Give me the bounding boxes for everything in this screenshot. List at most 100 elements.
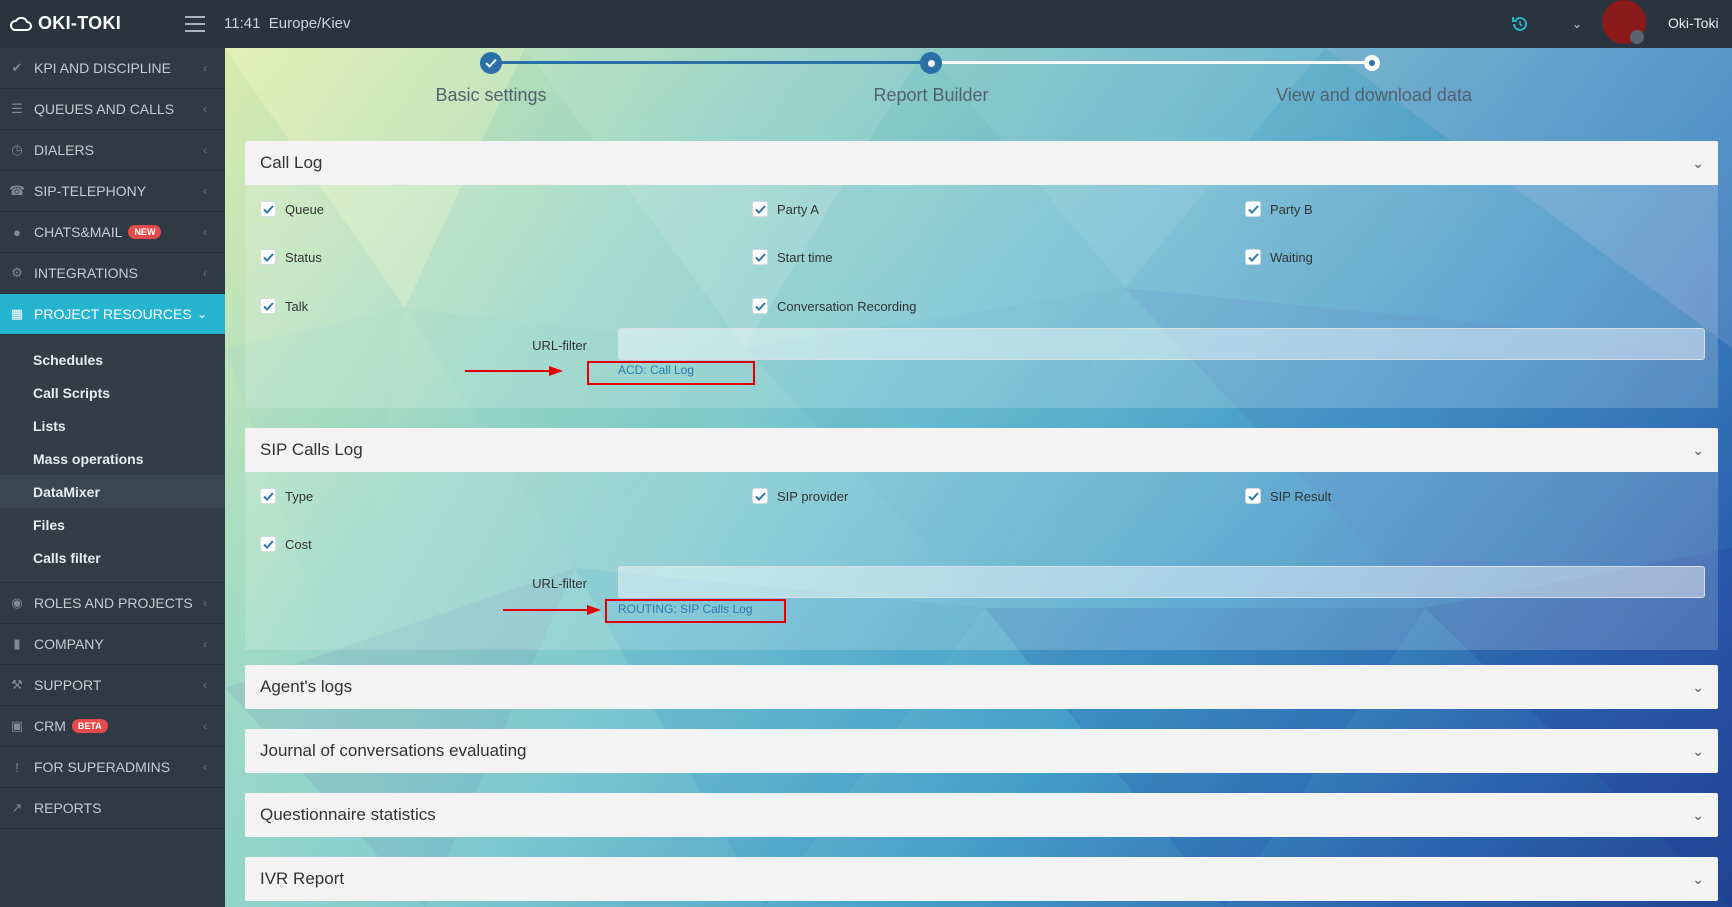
checkbox-checked-icon[interactable]: [260, 536, 276, 552]
phone-icon: ☎: [8, 183, 26, 198]
new-badge: NEW: [128, 225, 162, 239]
url-filter-input[interactable]: [618, 328, 1705, 360]
sidebar-item-reports[interactable]: ↗ REPORTS: [0, 788, 225, 829]
sidebar-item-support[interactable]: ⚒ SUPPORT ‹: [0, 665, 225, 706]
step-1-label[interactable]: Basic settings: [435, 85, 546, 106]
step-1-check-icon[interactable]: [480, 52, 502, 74]
chevron-down-icon: ⌄: [196, 307, 207, 321]
panel-title: SIP Calls Log: [260, 440, 363, 459]
checkbox-checked-icon[interactable]: [752, 488, 768, 504]
checkbox-checked-icon[interactable]: [1245, 249, 1261, 265]
questionnaire-header[interactable]: Questionnaire statistics ⌄: [245, 793, 1718, 837]
bar-chart-icon: ▮: [13, 636, 21, 651]
checkbox-checked-icon[interactable]: [260, 201, 276, 217]
menu-toggle-icon[interactable]: [185, 16, 205, 32]
checkbox-checked-icon[interactable]: [260, 488, 276, 504]
chevron-left-icon: ‹: [203, 61, 207, 75]
check-conversation-recording[interactable]: Conversation Recording: [752, 298, 916, 314]
step-3-pending-dot[interactable]: [1364, 55, 1380, 71]
submenu-item-files[interactable]: Files: [0, 508, 225, 541]
sidebar-item-company[interactable]: ▮ COMPANY ‹: [0, 624, 225, 665]
check-queue[interactable]: Queue: [260, 201, 324, 217]
check-label: SIP Result: [1270, 488, 1332, 504]
sidebar-item-queues[interactable]: ☰ QUEUES AND CALLS ‹: [0, 89, 225, 130]
sidebar-item-kpi[interactable]: ✔ KPI AND DISCIPLINE ‹: [0, 48, 225, 89]
sidebar-item-label: QUEUES AND CALLS: [34, 101, 175, 117]
check-cost[interactable]: Cost: [260, 536, 312, 552]
submenu-item-calls-filter[interactable]: Calls filter: [0, 541, 225, 574]
check-sip-provider[interactable]: SIP provider: [752, 488, 848, 504]
sidebar-item-label: DIALERS: [34, 142, 94, 158]
checkbox-checked-icon[interactable]: [752, 298, 768, 314]
user-name[interactable]: Oki-Toki: [1668, 15, 1719, 31]
sidebar-item-label: SUPPORT: [34, 677, 102, 693]
chevron-left-icon: ‹: [203, 266, 207, 280]
chevron-left-icon: ‹: [203, 184, 207, 198]
panel-title: Journal of conversations evaluating: [260, 741, 527, 760]
submenu-item-call-scripts[interactable]: Call Scripts: [0, 376, 225, 409]
submenu-item-schedules[interactable]: Schedules: [0, 343, 225, 376]
check-party-b[interactable]: Party B: [1245, 201, 1313, 217]
gears-icon: ⚙: [11, 265, 23, 280]
chevron-left-icon: ‹: [203, 143, 207, 157]
sidebar: ✔ KPI AND DISCIPLINE ‹ ☰ QUEUES AND CALL…: [0, 48, 225, 907]
sidebar-item-project-resources[interactable]: ▦ PROJECT RESOURCES ⌄: [0, 294, 225, 335]
chevron-down-icon: ⌄: [1692, 871, 1704, 887]
journal-panel: Journal of conversations evaluating ⌄: [245, 729, 1718, 773]
chevron-left-icon: ‹: [203, 719, 207, 733]
checkbox-checked-icon[interactable]: [752, 201, 768, 217]
grid-icon: ▦: [10, 306, 24, 321]
history-icon[interactable]: [1510, 14, 1530, 34]
check-talk[interactable]: Talk: [260, 298, 308, 314]
check-party-a[interactable]: Party A: [752, 201, 819, 217]
sidebar-item-sip-telephony[interactable]: ☎ SIP-TELEPHONY ‹: [0, 171, 225, 212]
app-logo[interactable]: OKI-TOKI: [10, 13, 121, 34]
checkbox-checked-icon[interactable]: [260, 249, 276, 265]
panel-title: Call Log: [260, 153, 323, 172]
checkbox-checked-icon[interactable]: [1245, 488, 1261, 504]
check-type[interactable]: Type: [260, 488, 313, 504]
checkbox-checked-icon[interactable]: [752, 249, 768, 265]
submenu-item-mass-operations[interactable]: Mass operations: [0, 442, 225, 475]
journal-header[interactable]: Journal of conversations evaluating ⌄: [245, 729, 1718, 773]
chevron-left-icon: ‹: [203, 678, 207, 692]
wrench-icon: ⚒: [11, 677, 23, 692]
agents-logs-header[interactable]: Agent's logs ⌄: [245, 665, 1718, 709]
check-waiting[interactable]: Waiting: [1245, 249, 1313, 265]
checkbox-checked-icon[interactable]: [260, 298, 276, 314]
url-filter-input[interactable]: [618, 566, 1705, 598]
step-2-label[interactable]: Report Builder: [873, 85, 988, 106]
sidebar-item-roles-projects[interactable]: ◉ ROLES AND PROJECTS ‹: [0, 583, 225, 624]
ivr-report-header[interactable]: IVR Report ⌄: [245, 857, 1718, 901]
beta-badge: BETA: [71, 719, 108, 733]
list-icon: ☰: [11, 101, 23, 116]
sidebar-item-chats-mail[interactable]: ● CHATS&MAIL NEW ‹: [0, 212, 225, 253]
check-sip-result[interactable]: SIP Result: [1245, 488, 1331, 504]
submenu-item-datamixer[interactable]: DataMixer: [0, 475, 225, 508]
check-label: Party A: [777, 201, 819, 217]
wizard-stepper: Basic settings Report Builder View and d…: [225, 48, 1732, 118]
sidebar-item-label: CRM: [34, 718, 66, 734]
ivr-report-panel: IVR Report ⌄: [245, 857, 1718, 901]
sidebar-item-label: ROLES AND PROJECTS: [34, 595, 193, 611]
check-label: Waiting: [1270, 249, 1313, 265]
chevron-down-icon[interactable]: ⌄: [1572, 17, 1582, 31]
submenu-item-lists[interactable]: Lists: [0, 409, 225, 442]
check-start-time[interactable]: Start time: [752, 249, 833, 265]
check-label: Cost: [285, 536, 312, 552]
call-log-header[interactable]: Call Log ⌄: [245, 141, 1718, 185]
sip-calls-log-header[interactable]: SIP Calls Log ⌄: [245, 428, 1718, 472]
sidebar-item-integrations[interactable]: ⚙ INTEGRATIONS ‹: [0, 253, 225, 294]
sidebar-item-dialers[interactable]: ◷ DIALERS ‹: [0, 130, 225, 171]
call-log-panel: Call Log ⌄ Queue Party A Party B Status …: [245, 141, 1718, 408]
sidebar-item-superadmins[interactable]: ! FOR SUPERADMINS ‹: [0, 747, 225, 788]
step-3-label[interactable]: View and download data: [1276, 85, 1472, 106]
step-2-current-dot[interactable]: [920, 52, 942, 74]
check-label: Conversation Recording: [777, 298, 917, 314]
sidebar-item-crm[interactable]: ▣ CRM BETA ‹: [0, 706, 225, 747]
chevron-left-icon: ‹: [203, 637, 207, 651]
annotation-arrow-icon: [465, 366, 563, 376]
check-label: Talk: [285, 298, 309, 314]
check-status[interactable]: Status: [260, 249, 322, 265]
checkbox-checked-icon[interactable]: [1245, 201, 1261, 217]
